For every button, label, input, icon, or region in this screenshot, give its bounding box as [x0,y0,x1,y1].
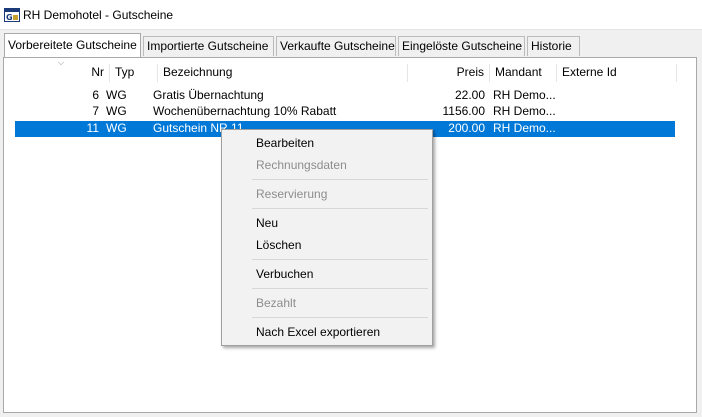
title-bar[interactable]: G RH Demohotel - Gutscheine [0,0,702,30]
cell-preis: 1156.00 [442,104,486,118]
svg-text:G: G [6,13,13,22]
tab-verkaufte-gutscheine[interactable]: Verkaufte Gutscheine [276,36,396,56]
menu-item-verbuchen[interactable]: Verbuchen [223,263,431,285]
cell-nr: 7 [92,104,99,118]
cell-bezeichnung: Wochenübernachtung 10% Rabatt [153,104,337,118]
tab-importierte-gutscheine[interactable]: Importierte Gutscheine [143,36,274,56]
cell-typ: WG [106,104,127,118]
tab-vorbereitete-gutscheine[interactable]: Vorbereitete Gutscheine [4,33,141,57]
cell-nr: 11 [86,121,99,135]
cell-typ: WG [106,88,127,102]
menu-item-bearbeiten[interactable]: Bearbeiten [223,132,431,154]
table-row[interactable]: 6 WG Gratis Übernachtung 22.00 RH Demo..… [15,88,675,104]
tab-bar: Vorbereitete Gutscheine Importierte Guts… [0,31,702,57]
window-title: RH Demohotel - Gutscheine [23,8,174,22]
column-header-preis[interactable]: Preis [408,64,490,82]
menu-separator [252,179,428,180]
column-header-externe-id[interactable]: Externe Id [557,64,677,82]
column-header-typ[interactable]: Typ [110,64,158,82]
menu-item-bezahlt[interactable]: Bezahlt [223,292,431,314]
column-header-nr[interactable]: Nr [6,64,110,82]
menu-separator [252,288,428,289]
app-icon: G [4,8,20,22]
menu-item-excel-export[interactable]: Nach Excel exportieren [223,321,431,343]
cell-mandant: RH Demo... [493,88,555,102]
column-header-mandant[interactable]: Mandant [490,64,557,82]
context-menu: Bearbeiten Rechnungsdaten Reservierung N… [221,129,433,346]
menu-item-reservierung[interactable]: Reservierung [223,183,431,205]
cell-bezeichnung: Gratis Übernachtung [153,88,264,102]
list-header: ⌵ Nr Typ Bezeichnung Preis Mandant Exter… [6,59,694,82]
cell-preis: 22.00 [454,88,485,102]
menu-separator [252,259,428,260]
menu-item-loeschen[interactable]: Löschen [223,234,431,256]
tab-historie[interactable]: Historie [527,36,580,56]
menu-item-neu[interactable]: Neu [223,212,431,234]
cell-typ: WG [106,121,127,135]
menu-separator [252,208,428,209]
cell-mandant: RH Demo... [493,121,555,135]
table-row[interactable]: 7 WG Wochenübernachtung 10% Rabatt 1156.… [15,104,675,120]
column-header-bezeichnung[interactable]: Bezeichnung [158,64,408,82]
tab-eingeloeste-gutscheine[interactable]: Eingelöste Gutscheine [398,36,525,56]
cell-mandant: RH Demo... [493,104,555,118]
menu-separator [252,317,428,318]
cell-nr: 6 [92,88,99,102]
menu-item-rechnungsdaten[interactable]: Rechnungsdaten [223,154,431,176]
